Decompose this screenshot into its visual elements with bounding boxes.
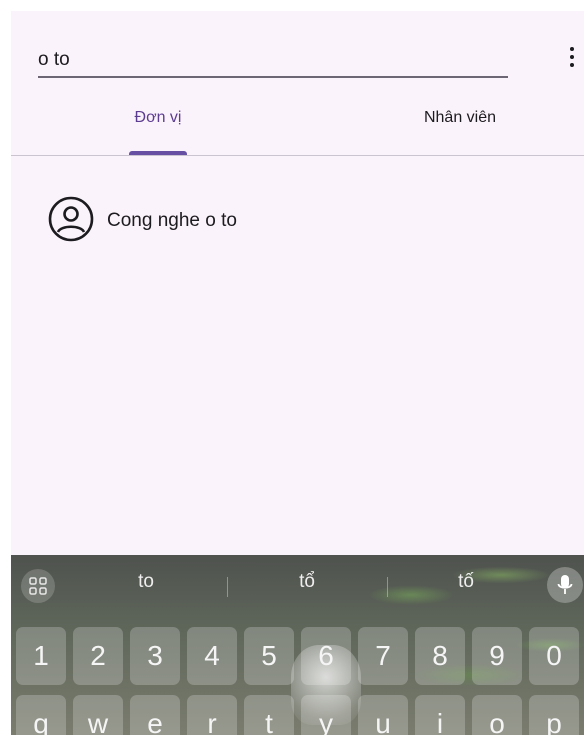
suggestion-divider <box>227 577 228 597</box>
key-0[interactable]: 0 <box>529 627 579 685</box>
suggestion-2[interactable]: tổ <box>247 571 367 593</box>
key-w[interactable]: w <box>73 695 123 735</box>
key-t[interactable]: t <box>244 695 294 735</box>
tab-staff-label: Nhân viên <box>423 109 497 126</box>
key-u[interactable]: u <box>358 695 408 735</box>
key-4[interactable]: 4 <box>187 627 237 685</box>
key-2[interactable]: 2 <box>73 627 123 685</box>
key-i[interactable]: i <box>415 695 465 735</box>
on-screen-keyboard: to tổ tố 1 2 3 4 5 6 7 8 9 0 q w e r t y… <box>11 555 584 735</box>
microphone-icon[interactable] <box>547 567 583 603</box>
result-label: Cong nghe o to <box>107 210 237 231</box>
tab-units[interactable]: Đơn vị <box>71 109 245 155</box>
key-p[interactable]: p <box>529 695 579 735</box>
apps-grid-icon[interactable] <box>21 569 55 603</box>
more-vert-icon[interactable] <box>560 41 584 73</box>
key-e[interactable]: e <box>130 695 180 735</box>
letter-key-row: q w e r t y u i o p <box>16 695 579 735</box>
tab-units-label: Đơn vị <box>134 109 182 126</box>
suggestion-3[interactable]: tố <box>406 571 526 593</box>
key-7[interactable]: 7 <box>358 627 408 685</box>
key-r[interactable]: r <box>187 695 237 735</box>
key-9[interactable]: 9 <box>472 627 522 685</box>
suggestion-divider <box>387 577 388 597</box>
suggestion-1[interactable]: to <box>86 571 206 593</box>
key-o[interactable]: o <box>472 695 522 735</box>
key-3[interactable]: 3 <box>130 627 180 685</box>
account-circle-icon <box>47 195 95 248</box>
key-q[interactable]: q <box>16 695 66 735</box>
key-y[interactable]: y <box>301 695 351 735</box>
tab-staff[interactable]: Nhân viên <box>373 109 547 155</box>
result-list-item[interactable]: Cong nghe o to <box>47 195 237 248</box>
key-1[interactable]: 1 <box>16 627 66 685</box>
key-8[interactable]: 8 <box>415 627 465 685</box>
key-5[interactable]: 5 <box>244 627 294 685</box>
tab-divider <box>11 155 584 156</box>
search-input[interactable] <box>38 44 508 78</box>
number-key-row: 1 2 3 4 5 6 7 8 9 0 <box>16 627 579 685</box>
app-screen: Đơn vị Nhân viên Cong nghe o to to <box>11 11 584 735</box>
key-6[interactable]: 6 <box>301 627 351 685</box>
